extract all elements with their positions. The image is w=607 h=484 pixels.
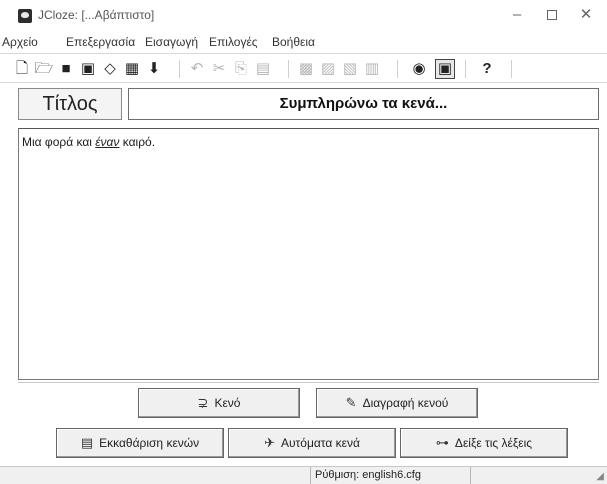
gap-options-icon[interactable]: ▩ — [296, 59, 316, 79]
toolbar-separator — [288, 60, 289, 78]
title-bar: JCloze: [...Αβάπτιστο] – ✕ — [0, 0, 607, 32]
resize-grip-icon[interactable]: ◢ — [596, 471, 604, 482]
maximize-button[interactable] — [540, 4, 564, 26]
eraser-icon: ✎ — [345, 395, 357, 410]
gap-icon: ⊋ — [197, 395, 209, 410]
clear-gaps-button-label: Εκκαθάριση κενών — [99, 436, 200, 450]
cut-icon[interactable]: ✂ — [209, 59, 229, 79]
delete-gap-button[interactable]: ✎ Διαγραφή κενού — [316, 388, 478, 418]
web-page-icon[interactable]: ▦ — [122, 59, 142, 79]
minimize-button[interactable]: – — [505, 4, 529, 26]
new-file-icon[interactable]: 🗋 — [12, 59, 32, 79]
gap-button-label: Κενό — [214, 396, 241, 410]
menu-bar: Αρχείο Επεξεργασία Εισαγωγή Επιλογές Βοή… — [0, 32, 607, 52]
menu-insert[interactable]: Εισαγωγή — [145, 35, 198, 49]
config-icon[interactable]: ▧ — [340, 59, 360, 79]
maximize-icon — [547, 10, 557, 20]
close-button[interactable]: ✕ — [574, 4, 598, 26]
toolbar-separator — [397, 60, 398, 78]
show-words-button-label: Δείξε τις λέξεις — [454, 436, 533, 450]
toolbar-separator — [511, 60, 512, 78]
help-icon[interactable]: ? — [477, 59, 497, 79]
copy-icon[interactable]: ⎘ — [231, 59, 251, 79]
menu-file[interactable]: Αρχείο — [2, 35, 38, 49]
status-cell-empty — [470, 467, 607, 484]
auto-gaps-button-label: Αυτόματα κενά — [280, 436, 360, 450]
open-folder-icon[interactable]: 🗁 — [34, 59, 54, 79]
gap-word[interactable]: έναν — [95, 135, 119, 149]
clear-gaps-button[interactable]: ▤ Εκκαθάριση κενών — [56, 428, 224, 458]
toolbar: 🗋 🗁 ■ ▣ ◇ ▦ ⬇ ↶ ✂ ⎘ ▤ ▩ ▨ ▧ ▥ ◉ ▣ ? — [0, 53, 607, 83]
gap-button[interactable]: ⊋ Κενό — [138, 388, 300, 418]
save-icon[interactable]: ■ — [56, 59, 76, 79]
status-config: Ρύθμιση: english6.cfg — [310, 467, 470, 484]
menu-help[interactable]: Βοήθεια — [272, 35, 315, 49]
edit-icon[interactable]: ◉ — [409, 59, 429, 79]
editor-text: καιρό. — [119, 135, 156, 149]
menu-options[interactable]: Επιλογές — [209, 35, 258, 49]
toolbar-separator — [465, 60, 466, 78]
config2-icon[interactable]: ▥ — [362, 59, 382, 79]
connector-icon: ⊶ — [435, 435, 449, 450]
status-cell-empty — [0, 467, 310, 484]
undo-icon[interactable]: ↶ — [187, 59, 207, 79]
export-icon[interactable]: ⬇ — [144, 59, 164, 79]
show-words-button[interactable]: ⊶ Δείξε τις λέξεις — [400, 428, 568, 458]
clear-list-icon: ▤ — [80, 435, 94, 450]
save-as-icon[interactable]: ▣ — [78, 59, 98, 79]
status-bar: Ρύθμιση: english6.cfg ◢ — [0, 466, 607, 484]
title-label: Τίτλος — [18, 88, 122, 120]
title-input[interactable]: Συμπληρώνω τα κενά... — [128, 88, 599, 120]
delete-gap-button-label: Διαγραφή κενού — [362, 396, 449, 410]
wand-icon: ✈ — [264, 435, 275, 450]
app-icon — [18, 9, 32, 23]
divider — [18, 382, 599, 383]
window-title: JCloze: [...Αβάπτιστο] — [38, 8, 155, 22]
view-icon[interactable]: ▣ — [435, 59, 455, 79]
text-editor[interactable]: Μια φορά και έναν καιρό. — [18, 128, 599, 380]
clear-icon[interactable]: ◇ — [100, 59, 120, 79]
insert-image-icon[interactable]: ▨ — [318, 59, 338, 79]
menu-edit[interactable]: Επεξεργασία — [66, 35, 135, 49]
toolbar-separator — [179, 60, 180, 78]
paste-icon[interactable]: ▤ — [253, 59, 273, 79]
editor-text: Μια φορά και — [22, 135, 96, 149]
auto-gaps-button[interactable]: ✈ Αυτόματα κενά — [228, 428, 396, 458]
